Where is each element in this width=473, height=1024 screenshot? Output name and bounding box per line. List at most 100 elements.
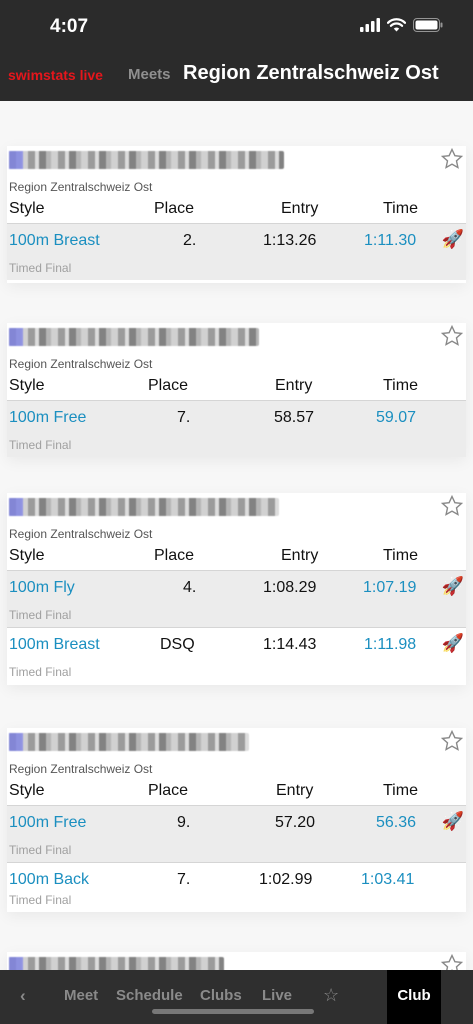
meet-name: Region Zentralschweiz Ost — [9, 527, 153, 541]
result-place: DSQ — [160, 636, 195, 653]
tab-club[interactable]: Club — [387, 970, 441, 1024]
result-type: Timed Final — [9, 893, 72, 907]
result-type: Timed Final — [9, 608, 72, 622]
result-time[interactable]: 1:07.19 — [363, 579, 416, 597]
result-row[interactable]: 100m Free 9. 57.20 56.36 Timed Final 🚀 — [7, 805, 466, 862]
athlete-card: Region Zentralschweiz Ost Style Place En… — [7, 323, 466, 457]
meet-name: Region Zentralschweiz Ost — [9, 762, 153, 776]
result-style[interactable]: 100m Free — [9, 814, 86, 832]
result-style[interactable]: 100m Back — [9, 871, 89, 889]
athlete-name-redacted[interactable] — [9, 498, 279, 516]
signal-icon — [360, 18, 380, 32]
results-header: Style Place Entry Time — [7, 547, 466, 569]
col-place: Place — [154, 547, 195, 564]
result-style[interactable]: 100m Fly — [9, 579, 75, 597]
result-entry: 58.57 — [274, 409, 315, 426]
battery-icon — [413, 18, 443, 32]
result-style[interactable]: 100m Free — [9, 409, 86, 427]
col-time: Time — [383, 377, 418, 394]
brand-logo-text[interactable]: swimstats live — [8, 67, 103, 83]
app-header: 4:07 swimstats live Meets Region Zentral — [0, 0, 473, 101]
result-row[interactable]: 100m Back 7. 1:02.99 1:03.41 Timed Final — [7, 862, 466, 912]
result-row[interactable]: 100m Free 7. 58.57 59.07 Timed Final — [7, 400, 466, 457]
athlete-card: Region Zentralschweiz Ost Style Place En… — [7, 146, 466, 283]
result-place: 7. — [177, 409, 191, 426]
result-style[interactable]: 100m Breast — [9, 636, 100, 654]
tab-clubs[interactable]: Clubs — [200, 987, 242, 1004]
result-type: Timed Final — [9, 438, 72, 452]
status-bar: 4:07 — [0, 0, 473, 52]
tab-schedule[interactable]: Schedule — [116, 987, 183, 1004]
result-time[interactable]: 1:11.98 — [364, 636, 416, 654]
home-indicator — [152, 1009, 314, 1014]
result-row[interactable]: 100m Fly 4. 1:08.29 1:07.19 Timed Final … — [7, 570, 466, 627]
col-style: Style — [9, 200, 45, 217]
favorite-star-icon[interactable] — [440, 953, 464, 970]
result-type: Timed Final — [9, 665, 72, 679]
results-list[interactable]: Region Zentralschweiz Ost Style Place En… — [0, 101, 473, 970]
page-title: Region Zentralschweiz Ost — [183, 62, 439, 84]
col-entry: Entry — [275, 377, 313, 394]
result-place: 9. — [177, 814, 191, 831]
result-style[interactable]: 100m Breast — [9, 232, 100, 250]
meets-link[interactable]: Meets — [128, 66, 171, 83]
col-time: Time — [383, 547, 418, 564]
meet-name: Region Zentralschweiz Ost — [9, 357, 153, 371]
athlete-name-redacted[interactable] — [9, 957, 224, 970]
status-time: 4:07 — [50, 16, 89, 37]
athlete-name-redacted[interactable] — [9, 151, 284, 169]
results-header: Style Place Entry Time — [7, 200, 466, 222]
athlete-card — [7, 952, 466, 970]
favorites-star-icon[interactable]: ☆ — [323, 985, 339, 1006]
result-type: Timed Final — [9, 843, 72, 857]
result-time[interactable]: 1:03.41 — [361, 871, 414, 889]
nav-row: swimstats live Meets Region Zentralschwe… — [0, 60, 473, 92]
result-time[interactable]: 1:11.30 — [364, 232, 416, 250]
col-entry: Entry — [281, 547, 319, 564]
bottom-tab-bar: ‹ Meet Schedule Clubs Live ☆ Club — [0, 970, 473, 1024]
col-place: Place — [148, 377, 189, 394]
result-place: 7. — [177, 871, 191, 888]
favorite-star-icon[interactable] — [440, 494, 464, 518]
athlete-card: Region Zentralschweiz Ost Style Place En… — [7, 728, 466, 912]
athlete-name-redacted[interactable] — [9, 733, 249, 751]
status-icons — [360, 18, 443, 32]
col-entry: Entry — [281, 200, 319, 217]
col-style: Style — [9, 377, 45, 394]
favorite-star-icon[interactable] — [440, 147, 464, 171]
col-place: Place — [154, 200, 195, 217]
result-entry: 57.20 — [275, 814, 316, 831]
results-header: Style Place Entry Time — [7, 377, 466, 399]
result-entry: 1:14.43 — [263, 636, 317, 653]
athlete-card: Region Zentralschweiz Ost Style Place En… — [7, 493, 466, 685]
result-place: 2. — [183, 232, 197, 249]
col-style: Style — [9, 547, 45, 564]
meet-name: Region Zentralschweiz Ost — [9, 180, 153, 194]
result-type: Timed Final — [9, 261, 72, 275]
result-time[interactable]: 56.36 — [376, 814, 416, 832]
tab-live[interactable]: Live — [262, 987, 292, 1004]
result-place: 4. — [183, 579, 197, 596]
col-time: Time — [383, 200, 418, 217]
result-row[interactable]: 100m Breast DSQ 1:14.43 1:11.98 Timed Fi… — [7, 627, 466, 684]
rocket-icon: 🚀 — [441, 229, 464, 249]
col-style: Style — [9, 782, 45, 799]
favorite-star-icon[interactable] — [440, 324, 464, 348]
col-time: Time — [383, 782, 418, 799]
rocket-icon: 🚀 — [441, 811, 464, 831]
result-time[interactable]: 59.07 — [376, 409, 416, 427]
tab-meet[interactable]: Meet — [64, 987, 98, 1004]
results-header: Style Place Entry Time — [7, 782, 466, 804]
favorite-star-icon[interactable] — [440, 729, 464, 753]
athlete-name-redacted[interactable] — [9, 328, 259, 346]
result-row[interactable]: 100m Breast 2. 1:13.26 1:11.30 Timed Fin… — [7, 223, 466, 280]
wifi-icon — [387, 18, 406, 32]
result-entry: 1:02.99 — [259, 871, 313, 888]
result-entry: 1:13.26 — [263, 232, 317, 249]
col-entry: Entry — [276, 782, 314, 799]
back-button[interactable]: ‹ — [20, 986, 26, 1006]
col-place: Place — [148, 782, 189, 799]
rocket-icon: 🚀 — [441, 576, 464, 596]
rocket-icon: 🚀 — [441, 633, 464, 653]
result-entry: 1:08.29 — [263, 579, 317, 596]
